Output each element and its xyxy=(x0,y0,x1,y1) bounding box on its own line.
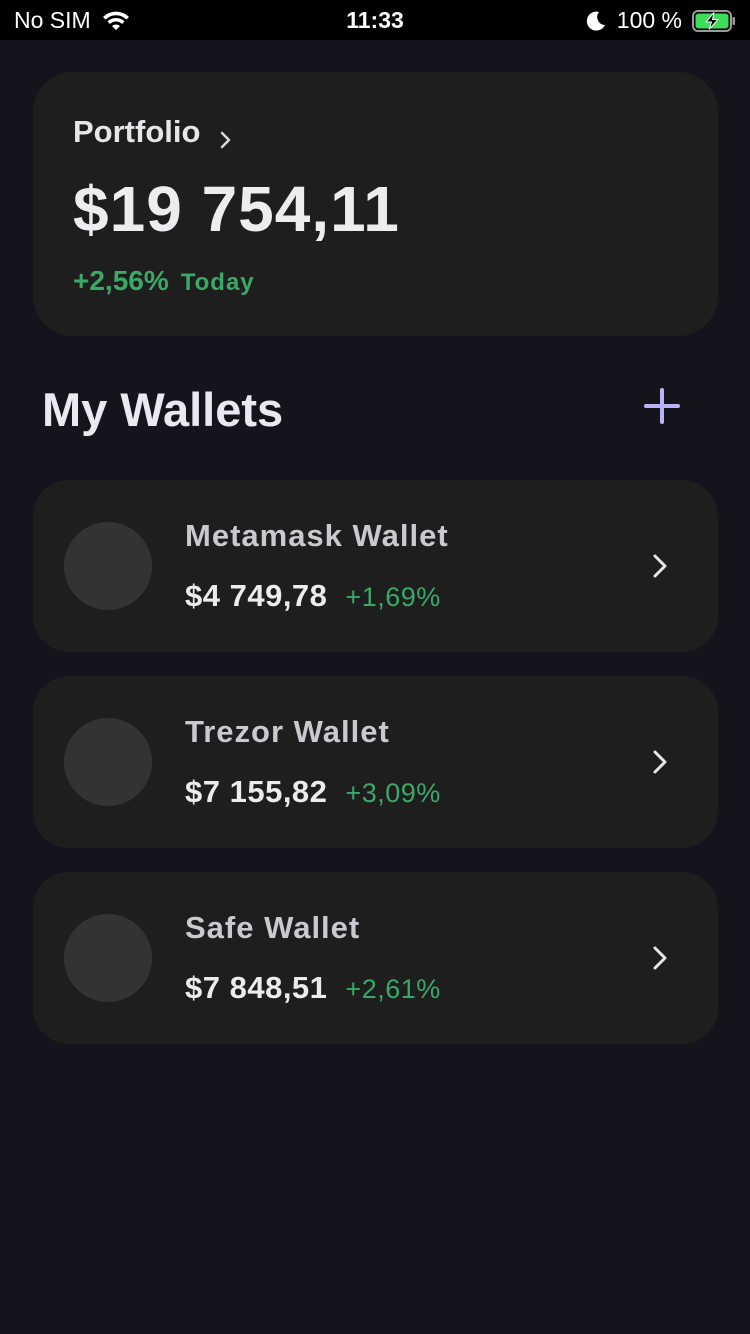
portfolio-card[interactable]: Portfolio $19 754,11 +2,56% Today xyxy=(33,72,718,336)
wallet-avatar xyxy=(64,718,152,806)
portfolio-label: Portfolio xyxy=(73,114,201,149)
portfolio-change-period: Today xyxy=(180,269,255,296)
chevron-right-icon xyxy=(218,122,234,149)
portfolio-change: +2,56% Today xyxy=(73,265,255,297)
battery-charging-icon xyxy=(692,9,736,32)
moon-icon xyxy=(585,10,607,32)
wallet-change: +3,09% xyxy=(345,778,441,808)
wallet-avatar xyxy=(64,522,152,610)
wallet-name: Safe Wallet xyxy=(185,910,361,945)
add-wallet-button[interactable] xyxy=(640,386,684,430)
wallet-values: $7 848,51 +2,61% xyxy=(185,970,441,1006)
wallet-change: +1,69% xyxy=(345,582,441,612)
wallet-balance: $7 155,82 xyxy=(185,774,328,809)
wallet-values: $7 155,82 +3,09% xyxy=(185,774,441,810)
wallet-balance: $7 848,51 xyxy=(185,970,328,1005)
chevron-right-icon xyxy=(651,944,669,972)
wallet-values: $4 749,78 +1,69% xyxy=(185,578,441,614)
status-right: 100 % xyxy=(585,7,736,34)
wallet-balance: $4 749,78 xyxy=(185,578,328,613)
wallets-title: My Wallets xyxy=(42,383,284,436)
portfolio-change-percent: +2,56% xyxy=(73,265,169,296)
chevron-right-icon xyxy=(651,748,669,776)
wallet-card-safe[interactable]: Safe Wallet $7 848,51 +2,61% xyxy=(33,872,718,1044)
wallet-change: +2,61% xyxy=(345,974,441,1004)
chevron-right-icon xyxy=(651,552,669,580)
wallet-card-metamask[interactable]: Metamask Wallet $4 749,78 +1,69% xyxy=(33,480,718,652)
portfolio-header[interactable]: Portfolio xyxy=(73,114,234,150)
plus-icon xyxy=(642,386,682,431)
status-bar: No SIM 11:33 100 % xyxy=(0,0,750,40)
portfolio-total: $19 754,11 xyxy=(73,173,400,245)
wallet-card-trezor[interactable]: Trezor Wallet $7 155,82 +3,09% xyxy=(33,676,718,848)
wallet-name: Trezor Wallet xyxy=(185,714,390,749)
wallet-avatar xyxy=(64,914,152,1002)
battery-percent: 100 % xyxy=(616,7,682,33)
wallet-name: Metamask Wallet xyxy=(185,518,449,553)
